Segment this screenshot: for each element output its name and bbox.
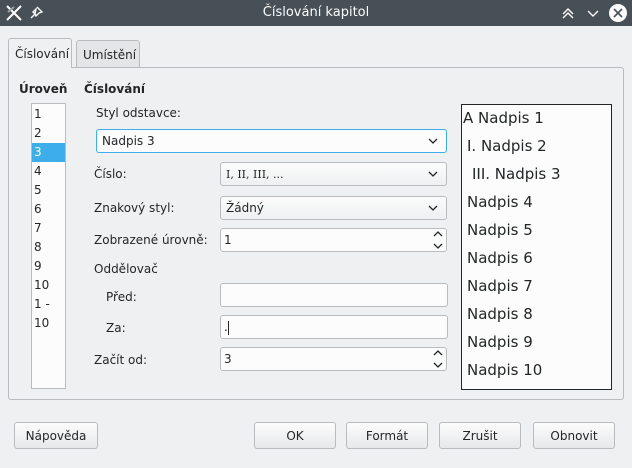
number-label: Číslo: (94, 167, 127, 181)
minimize-icon[interactable] (583, 3, 603, 23)
format-button[interactable]: Formát (346, 422, 428, 449)
numbering-preview: A Nadpis 1 I. Nadpis 2 III. Nadpis 3 Nad… (461, 104, 612, 390)
before-label: Před: (106, 290, 137, 304)
shown-levels-spinbox[interactable]: 1 (220, 228, 447, 252)
start-at-label: Začít od: (94, 353, 148, 367)
level-item[interactable]: 10 (32, 276, 65, 295)
level-item[interactable]: 4 (32, 162, 65, 181)
level-item[interactable]: 7 (32, 219, 65, 238)
preview-line: Nadpis 4 (467, 193, 533, 211)
preview-line: Nadpis 8 (467, 305, 533, 323)
spin-arrows-icon[interactable] (433, 349, 443, 369)
after-label: Za: (106, 321, 126, 335)
title-bar: Číslování kapitol (0, 0, 632, 26)
help-button[interactable]: Nápověda (14, 422, 98, 449)
spin-arrows-icon[interactable] (433, 230, 443, 250)
preview-line: Nadpis 9 (467, 333, 533, 351)
ok-button[interactable]: OK (254, 422, 336, 449)
keep-above-icon[interactable] (558, 3, 578, 23)
level-item[interactable]: 2 (32, 124, 65, 143)
preview-line: Nadpis 6 (467, 249, 533, 267)
separator-heading: Oddělovač (94, 262, 158, 276)
paragraph-style-combo[interactable]: Nadpis 3 (96, 129, 447, 153)
level-item[interactable]: 6 (32, 200, 65, 219)
number-format-value: I, II, III, ... (226, 168, 284, 181)
level-list[interactable]: 1 2 3 4 5 6 7 8 9 10 1 - 10 (31, 103, 66, 389)
shown-levels-value: 1 (224, 233, 232, 247)
after-input[interactable]: . (220, 315, 448, 339)
chevron-down-icon (428, 163, 440, 185)
preview-line: Nadpis 10 (467, 361, 543, 379)
shown-levels-label: Zobrazené úrovně: (94, 233, 208, 247)
start-at-spinbox[interactable]: 3 (220, 347, 447, 371)
char-style-combo[interactable]: Žádný (220, 196, 447, 220)
tab-numbering[interactable]: Číslování (8, 38, 72, 68)
preview-line: Nadpis 5 (467, 221, 533, 239)
paragraph-style-value: Nadpis 3 (102, 134, 155, 148)
level-item[interactable]: 9 (32, 257, 65, 276)
close-icon[interactable] (609, 4, 627, 22)
reset-button[interactable]: Obnovit (533, 422, 615, 449)
preview-line: III. Nadpis 3 (472, 165, 561, 183)
char-style-value: Žádný (226, 201, 264, 215)
window-title: Číslování kapitol (262, 5, 370, 20)
before-input[interactable] (220, 283, 448, 307)
cancel-button[interactable]: Zrušit (439, 422, 521, 449)
start-at-value: 3 (224, 352, 232, 366)
text-cursor (227, 320, 229, 335)
chevron-down-icon (428, 197, 440, 219)
preview-line: I. Nadpis 2 (467, 137, 547, 155)
chevron-down-icon (428, 130, 440, 152)
preview-line: Nadpis 7 (467, 277, 533, 295)
tab-position[interactable]: Umístění (76, 40, 140, 68)
level-item[interactable]: 5 (32, 181, 65, 200)
preview-line: A Nadpis 1 (463, 109, 544, 127)
level-item-selected[interactable]: 3 (32, 143, 65, 162)
char-style-label: Znakový styl: (94, 201, 175, 215)
level-item[interactable]: 1 - 10 (32, 295, 65, 330)
numbering-heading: Číslování (84, 82, 145, 96)
level-item[interactable]: 8 (32, 238, 65, 257)
level-heading: Úroveň (19, 82, 68, 96)
number-format-combo[interactable]: I, II, III, ... (220, 162, 447, 186)
paragraph-style-label: Styl odstavce: (96, 106, 181, 120)
level-item[interactable]: 1 (32, 105, 65, 124)
